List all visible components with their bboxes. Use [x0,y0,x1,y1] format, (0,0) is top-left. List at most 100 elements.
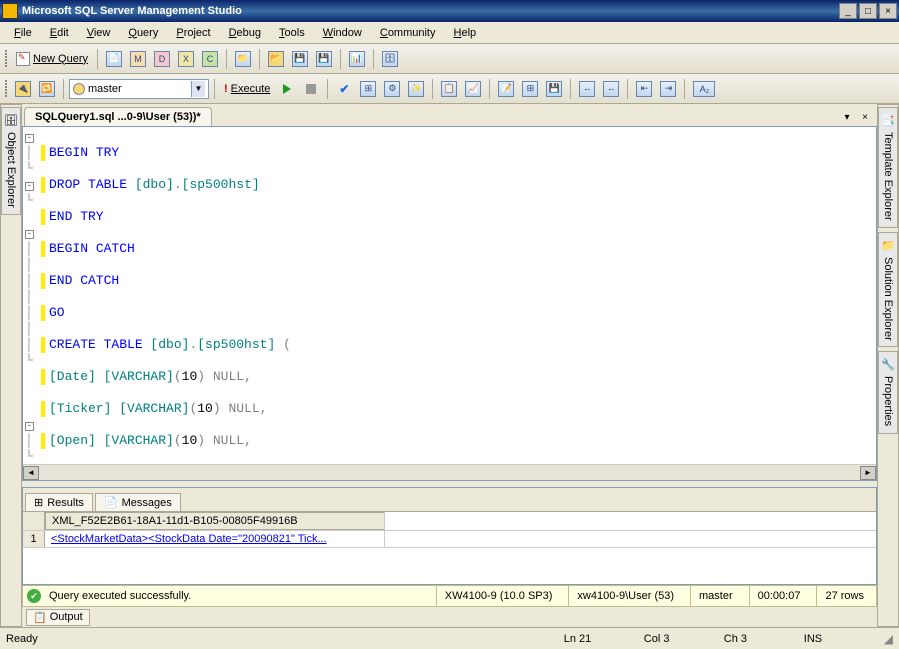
template-icon: 📑 [881,114,895,128]
grid-row[interactable]: 1 <StockMarketData><StockData Date="2009… [23,531,876,548]
results-tab-strip: ⊞ Results 📄 Messages [23,488,876,512]
parse-check-icon[interactable]: ✔ [333,78,355,100]
scroll-right-icon[interactable]: ► [860,466,876,480]
xml-result-link[interactable]: <StockMarketData><StockData Date="200908… [51,533,327,545]
menu-window[interactable]: Window [315,25,370,41]
output-panel-tab-strip: 📋 Output [22,607,877,627]
grid-column-header[interactable]: XML_F52E2B61-18A1-11d1-B105-00805F49916B [45,512,385,530]
change-connection-icon[interactable]: 🔁 [36,78,58,100]
status-message: Query executed successfully. [49,590,191,602]
intellisense-icon[interactable]: ✨ [405,78,427,100]
object-explorer-tab[interactable]: 🗄 Object Explorer [1,107,21,215]
output-icon: 📋 [33,611,47,624]
execute-button[interactable]: Execute [220,78,274,100]
results-grid-icon[interactable]: ⊞ [519,78,541,100]
new-dmx-icon[interactable]: D [151,48,173,70]
properties-tab[interactable]: 🔧 Properties [878,351,898,433]
registered-servers-icon[interactable]: 🗄 [379,48,401,70]
minimize-button[interactable]: _ [839,3,857,19]
status-col: Col 3 [644,633,724,645]
results-pane: ⊞ Results 📄 Messages XML_F52E2B61-18A1-1… [22,487,877,585]
status-db: master [690,586,741,606]
status-rows: 27 rows [816,586,872,606]
indent-more-icon[interactable]: ⇥ [657,78,679,100]
success-icon: ✔ [27,589,41,603]
solution-explorer-tab[interactable]: 📁 Solution Explorer [878,232,898,348]
grid-icon: ⊞ [34,496,43,509]
messages-tab[interactable]: 📄 Messages [95,493,181,511]
results-grid[interactable]: XML_F52E2B61-18A1-11d1-B105-00805F49916B… [23,512,876,584]
stop-icon[interactable] [300,78,322,100]
indent-less-icon[interactable]: ⇤ [633,78,655,100]
results-file-icon[interactable]: 💾 [543,78,565,100]
menubar: File Edit View Query Project Debug Tools… [0,22,899,44]
save-icon[interactable]: 💾 [289,48,311,70]
menu-project[interactable]: Project [168,25,218,41]
status-ready: Ready [6,633,38,645]
new-project-icon[interactable]: 📁 [232,48,254,70]
close-document-icon[interactable]: × [857,110,873,124]
toolbar-sql-editor: 🔌 🔁 master ▼ Execute ✔ ⊞ ⚙ ✨ 📋 📈 📝 ⊞ 💾 -… [0,74,899,104]
include-stats-icon[interactable]: 📈 [462,78,484,100]
results-text-icon[interactable]: 📝 [495,78,517,100]
save-all-icon[interactable]: 💾 [313,48,335,70]
menu-debug[interactable]: Debug [221,25,269,41]
status-server: XW4100-9 (10.0 SP3) [436,586,561,606]
document-tab-strip: SQLQuery1.sql ...0-9\User (53))* ▾ × [22,104,877,126]
toolbar-grip-2[interactable] [4,79,10,98]
new-query-button[interactable]: New Query [12,48,92,70]
results-tab[interactable]: ⊞ Results [25,493,93,511]
activity-monitor-icon[interactable]: 📊 [346,48,368,70]
resize-grip-icon[interactable]: ◢ [884,632,893,646]
scroll-left-icon[interactable]: ◄ [23,466,39,480]
editor-panel: - │ └ - └ - │ │ │ │ │ │ │ └ [22,126,877,481]
specify-values-icon[interactable]: A₂ [690,78,718,100]
menu-query[interactable]: Query [120,25,166,41]
maximize-button[interactable]: □ [859,3,877,19]
sql-editor[interactable]: - │ └ - └ - │ │ │ │ │ │ │ └ [23,127,876,464]
include-plan-icon[interactable]: 📋 [438,78,460,100]
database-selector[interactable]: master ▼ [69,79,209,99]
grid-corner [23,512,45,530]
uncomment-icon[interactable]: -- [600,78,622,100]
status-ch: Ch 3 [724,633,804,645]
new-engine-query-icon[interactable]: 📄 [103,48,125,70]
comment-icon[interactable]: -- [576,78,598,100]
menu-edit[interactable]: Edit [42,25,77,41]
new-query-label: New Query [33,53,88,65]
close-button[interactable]: × [879,3,897,19]
document-tab[interactable]: SQLQuery1.sql ...0-9\User (53))* [24,107,212,126]
new-mdx-icon[interactable]: M [127,48,149,70]
editor-horizontal-scrollbar[interactable]: ◄ ► [23,464,876,480]
execute-label: Execute [231,83,271,95]
menu-community[interactable]: Community [372,25,444,41]
connect-icon[interactable]: 🔌 [12,78,34,100]
output-tab[interactable]: 📋 Output [26,609,90,626]
active-files-dropdown-icon[interactable]: ▾ [839,110,855,124]
open-icon[interactable]: 📂 [265,48,287,70]
new-xmla-icon[interactable]: X [175,48,197,70]
new-query-icon [16,52,30,66]
status-line: Ln 21 [564,633,644,645]
document-tab-label: SQLQuery1.sql ...0-9\User (53))* [35,111,201,123]
code-area[interactable]: BEGIN TRY DROP TABLE [dbo].[sp500hst] EN… [39,129,876,462]
messages-icon: 📄 [104,496,118,509]
toolbar-grip[interactable] [4,49,10,68]
debug-play-icon[interactable] [276,78,298,100]
results-tab-label: Results [47,497,84,509]
messages-tab-label: Messages [122,497,172,509]
new-ce-icon[interactable]: C [199,48,221,70]
menu-view[interactable]: View [79,25,119,41]
estimated-plan-icon[interactable]: ⊞ [357,78,379,100]
menu-help[interactable]: Help [446,25,485,41]
query-status-bar: ✔ Query executed successfully. XW4100-9 … [22,585,877,607]
template-explorer-tab[interactable]: 📑 Template Explorer [878,107,898,228]
query-options-icon[interactable]: ⚙ [381,78,403,100]
grid-row-number: 1 [23,531,45,547]
menu-file[interactable]: File [6,25,40,41]
left-dock: 🗄 Object Explorer [0,104,22,627]
status-time: 00:00:07 [749,586,809,606]
fold-gutter[interactable]: - │ └ - └ - │ │ │ │ │ │ │ └ [25,129,39,462]
statusbar: Ready Ln 21 Col 3 Ch 3 INS ◢ [0,627,899,649]
menu-tools[interactable]: Tools [271,25,313,41]
